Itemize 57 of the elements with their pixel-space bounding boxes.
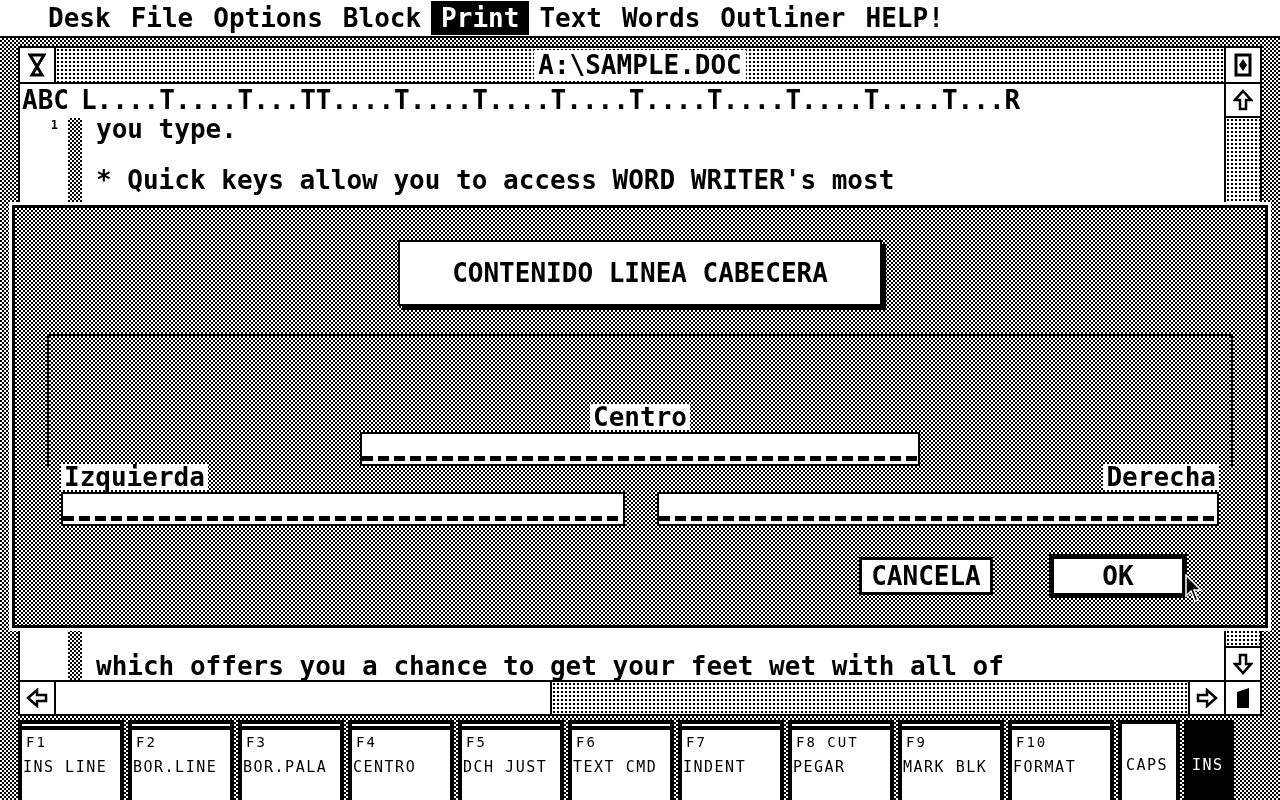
- mode-indicator: INS: [1184, 720, 1234, 800]
- key-label: F1: [25, 733, 48, 752]
- key-action: MARK BLK: [902, 758, 989, 776]
- input-field[interactable]: [61, 492, 625, 526]
- function-key[interactable]: F9 MARK BLK: [898, 720, 1004, 800]
- function-key[interactable]: F7 INDENT: [678, 720, 784, 800]
- field-label: Derecha: [1103, 464, 1219, 490]
- text-line: * Quick keys allow you to access WORD WRITER's most: [96, 167, 896, 194]
- field-label: Centro: [590, 404, 690, 430]
- key-action: INDENT: [682, 758, 748, 776]
- key-label: F6: [575, 733, 598, 752]
- resize-icon: [1235, 686, 1251, 710]
- text-line: which offers you a chance to get your feet wet with all of: [96, 653, 1005, 680]
- key-action: DCH JUST: [462, 758, 549, 776]
- key-action: PEGAR: [792, 758, 847, 776]
- window-title: A:\SAMPLE.DOC: [534, 50, 746, 80]
- ruler-label: ABC: [22, 85, 69, 115]
- function-key[interactable]: F3 BOR.PALA: [238, 720, 344, 800]
- key-action: INS LINE: [22, 758, 109, 776]
- key-label: F4: [355, 733, 378, 752]
- function-key[interactable]: F5 DCH JUST: [458, 720, 564, 800]
- close-icon: [28, 53, 46, 77]
- fullscreen-icon: [1234, 53, 1252, 77]
- text-line: you type.: [96, 116, 238, 143]
- key-label: F3: [245, 733, 268, 752]
- dialog-button[interactable]: CANCELA: [859, 557, 993, 595]
- key-label: F10: [1015, 733, 1049, 752]
- mouse-pointer-icon: [1185, 574, 1203, 602]
- function-key[interactable]: F8 CUT PEGAR: [788, 720, 894, 800]
- function-key[interactable]: F6 TEXT CMD: [568, 720, 674, 800]
- menu-item[interactable]: Print: [431, 1, 530, 35]
- down-arrow-icon: [1233, 653, 1253, 675]
- input-field[interactable]: [657, 492, 1219, 526]
- left-arrow-icon: [26, 688, 48, 708]
- title-bar[interactable]: A:\SAMPLE.DOC: [56, 48, 1224, 82]
- key-action: FORMAT: [1012, 758, 1078, 776]
- up-arrow-icon: [1233, 89, 1253, 111]
- ruler: L....T....T...TT....T....T....T....T....T....T....T....T...R: [80, 85, 1021, 115]
- function-key[interactable]: F10 FORMAT: [1008, 720, 1114, 800]
- key-action: BOR.LINE: [132, 758, 219, 776]
- function-key[interactable]: F2 BOR.LINE: [128, 720, 234, 800]
- page-number: 1: [50, 118, 58, 132]
- key-action: BOR.PALA: [242, 758, 329, 776]
- key-label: F2: [135, 733, 158, 752]
- function-key[interactable]: F4 CENTRO: [348, 720, 454, 800]
- right-arrow-icon: [1196, 688, 1218, 708]
- function-key[interactable]: F1 INS LINE: [18, 720, 124, 800]
- key-label: F7: [685, 733, 708, 752]
- key-label: F8 CUT: [795, 733, 860, 752]
- dialog-button[interactable]: OK: [1049, 554, 1187, 598]
- key-action: CENTRO: [352, 758, 418, 776]
- key-label: F5: [465, 733, 488, 752]
- field-label: Izquierda: [61, 464, 208, 490]
- input-field[interactable]: [360, 432, 920, 466]
- key-label: F9: [905, 733, 928, 752]
- key-action: TEXT CMD: [572, 758, 659, 776]
- mode-indicator: CAPS: [1118, 720, 1180, 800]
